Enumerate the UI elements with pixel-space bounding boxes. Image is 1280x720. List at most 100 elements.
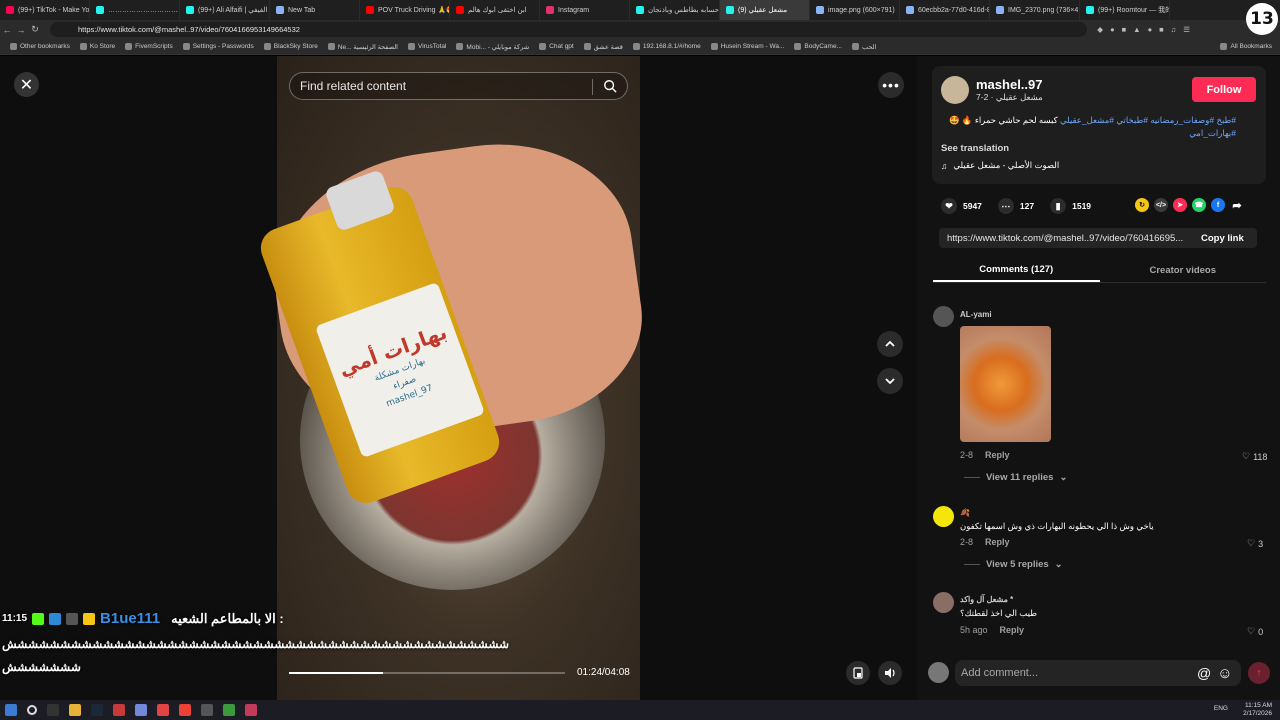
extension-icon[interactable]: ■ bbox=[1159, 25, 1164, 34]
search-icon[interactable] bbox=[27, 705, 37, 715]
reload-icon[interactable]: ↻ bbox=[28, 24, 42, 35]
comment-username[interactable]: 🍂 bbox=[960, 508, 970, 517]
comment-avatar[interactable] bbox=[933, 506, 954, 527]
chrome-icon[interactable] bbox=[179, 704, 191, 716]
steam-icon[interactable] bbox=[91, 704, 103, 716]
browser-tab[interactable]: حسابه بطاطس وباذنجان bbox=[630, 0, 720, 20]
volume-button[interactable] bbox=[878, 661, 902, 685]
extension-icon[interactable]: ◆ bbox=[1097, 25, 1103, 34]
extension-icon[interactable]: ● bbox=[1110, 25, 1115, 34]
browser-tab[interactable]: (99+) Roomtour — 我的 bbox=[1080, 0, 1170, 20]
more-options-button[interactable]: ••• bbox=[878, 72, 904, 98]
back-icon[interactable]: ← bbox=[0, 25, 14, 35]
task-view-icon[interactable] bbox=[47, 704, 59, 716]
copy-link-button[interactable]: Copy link bbox=[1201, 233, 1244, 244]
mention-icon[interactable]: @ bbox=[1197, 665, 1211, 681]
bookmark-item[interactable]: قصة عشق bbox=[583, 43, 623, 51]
related-search[interactable] bbox=[289, 72, 628, 100]
browser-tab[interactable]: POV Truck Driving 🙏😍 bbox=[360, 0, 450, 20]
windows-start-icon[interactable] bbox=[5, 704, 17, 716]
app-icon[interactable] bbox=[245, 704, 257, 716]
browser-tab[interactable]: IMG_2370.png (736×4 bbox=[990, 0, 1080, 20]
facebook-icon[interactable]: f bbox=[1211, 198, 1225, 212]
next-video-button[interactable] bbox=[877, 368, 903, 394]
browser-tab[interactable]: (9) مشعل عقيلي bbox=[720, 0, 810, 20]
embed-icon[interactable]: </> bbox=[1154, 198, 1168, 212]
bookmark-item[interactable]: Husein Stream - Wa... bbox=[710, 43, 784, 50]
like-button[interactable]: ❤ 5947 bbox=[941, 198, 982, 214]
send-to-friends-icon[interactable]: ➤ bbox=[1173, 198, 1187, 212]
save-button[interactable]: ▮ 1519 bbox=[1050, 198, 1091, 214]
bookmark-item[interactable]: Ne... الصفحة الرئيسية bbox=[327, 43, 398, 51]
browser-tab[interactable]: image.png (600×791) bbox=[810, 0, 900, 20]
current-user-avatar[interactable] bbox=[928, 662, 949, 683]
whatsapp-icon[interactable]: ☎ bbox=[1192, 198, 1206, 212]
comment-input[interactable] bbox=[961, 667, 1191, 679]
comment-like-button[interactable]: ♡ 118 bbox=[1242, 451, 1267, 462]
app-icon[interactable] bbox=[201, 704, 213, 716]
pip-button[interactable] bbox=[846, 661, 870, 685]
repost-icon[interactable]: ↻ bbox=[1135, 198, 1149, 212]
comment-username[interactable]: مشعل آل واكد * bbox=[960, 595, 1013, 604]
share-arrow-icon[interactable]: ➦ bbox=[1230, 198, 1244, 212]
comment-username[interactable]: AL-yami bbox=[960, 310, 992, 319]
previous-video-button[interactable] bbox=[877, 331, 903, 357]
browser-tab[interactable]: Instagram bbox=[540, 0, 630, 20]
comment-button[interactable]: ⋯ 127 bbox=[997, 198, 1034, 214]
forward-icon[interactable]: → bbox=[14, 25, 28, 35]
browser-tab[interactable]: (99+) Ali Alfaifi | علي الفيفي bbox=[180, 0, 270, 20]
reply-button[interactable]: Reply bbox=[985, 450, 1010, 460]
browser-tab[interactable]: ابن اختفى ابوك هالم bbox=[450, 0, 540, 20]
tab-comments[interactable]: Comments (127) bbox=[933, 258, 1100, 282]
description-tags-2[interactable]: #بهارات_امي bbox=[1189, 128, 1236, 138]
extension-icon[interactable]: ▲ bbox=[1133, 25, 1140, 34]
comment-like-button[interactable]: ♡ 0 bbox=[1247, 626, 1263, 637]
comment-photo[interactable] bbox=[960, 326, 1051, 442]
comment-avatar[interactable] bbox=[933, 592, 954, 613]
view-replies-button[interactable]: View 5 replies ⌄ bbox=[964, 559, 1063, 570]
bookmark-item[interactable]: VirusTotal bbox=[408, 43, 446, 50]
author-avatar[interactable] bbox=[941, 76, 969, 104]
extension-icon[interactable]: ♫ bbox=[1171, 25, 1177, 34]
post-comment-button[interactable]: ↑ bbox=[1248, 662, 1270, 684]
view-replies-button[interactable]: View 11 replies ⌄ bbox=[964, 472, 1067, 483]
reply-button[interactable]: Reply bbox=[1000, 625, 1025, 635]
url-field[interactable]: https://www.tiktok.com/@mashel..97/video… bbox=[50, 22, 1088, 37]
sound-link[interactable]: ♫ الصوت الأصلي - مشعل عقيلي bbox=[941, 160, 1059, 171]
bookmark-item[interactable]: BlackSky Store bbox=[263, 43, 318, 50]
discord-icon[interactable] bbox=[135, 704, 147, 716]
browser-tab[interactable]: ……………………………………………………… bbox=[90, 0, 180, 20]
search-icon[interactable] bbox=[603, 79, 617, 93]
clock-time[interactable]: 11:15 AM bbox=[1243, 702, 1272, 710]
bookmark-item[interactable]: Settings - Passwords bbox=[182, 43, 254, 50]
bookmark-item[interactable]: BodyCame... bbox=[794, 43, 842, 50]
description-tags[interactable]: #طبخ #وصفات_رمضانيه #طبخاتي #مشعل_عقيلي bbox=[1060, 115, 1236, 125]
bookmark-item[interactable]: All Bookmarks bbox=[1220, 43, 1272, 50]
bookmark-item[interactable]: Mobi... - شركة موبايلي bbox=[456, 43, 529, 51]
language-indicator[interactable]: ENG bbox=[1214, 705, 1228, 713]
extension-icon[interactable]: ☰ bbox=[1183, 25, 1190, 34]
tab-creator-videos[interactable]: Creator videos bbox=[1100, 258, 1267, 282]
bookmark-item[interactable]: Ko Store bbox=[79, 43, 115, 50]
bookmark-item[interactable]: 192.168.8.1/#/home bbox=[632, 43, 701, 50]
comment-like-button[interactable]: ♡ 3 bbox=[1247, 538, 1263, 549]
emoji-icon[interactable]: ☺ bbox=[1217, 665, 1232, 682]
add-comment-box[interactable]: @ ☺ bbox=[955, 660, 1241, 686]
browser-tab[interactable]: 60ecbb2a-77d0-416d-8 bbox=[900, 0, 990, 20]
comment-avatar[interactable] bbox=[933, 306, 954, 327]
video-link-text[interactable]: https://www.tiktok.com/@mashel..97/video… bbox=[939, 233, 1195, 244]
related-search-input[interactable] bbox=[300, 79, 590, 93]
bookmark-item[interactable]: FivemScripts bbox=[125, 43, 173, 50]
close-button[interactable]: ✕ bbox=[14, 72, 39, 97]
see-translation-link[interactable]: See translation bbox=[941, 143, 1009, 154]
video-progress-bar[interactable] bbox=[289, 672, 565, 674]
app-icon[interactable] bbox=[223, 704, 235, 716]
author-username[interactable]: mashel..97 bbox=[976, 77, 1043, 92]
extension-icon[interactable]: ■ bbox=[1122, 25, 1127, 34]
extension-icon[interactable]: ● bbox=[1148, 25, 1153, 34]
follow-button[interactable]: Follow bbox=[1192, 77, 1256, 102]
bookmark-item[interactable]: Other bookmarks bbox=[10, 43, 70, 50]
bookmark-item[interactable]: Chat gpt bbox=[539, 43, 574, 50]
bookmark-item[interactable]: الحب bbox=[851, 43, 876, 51]
reply-button[interactable]: Reply bbox=[985, 537, 1010, 547]
